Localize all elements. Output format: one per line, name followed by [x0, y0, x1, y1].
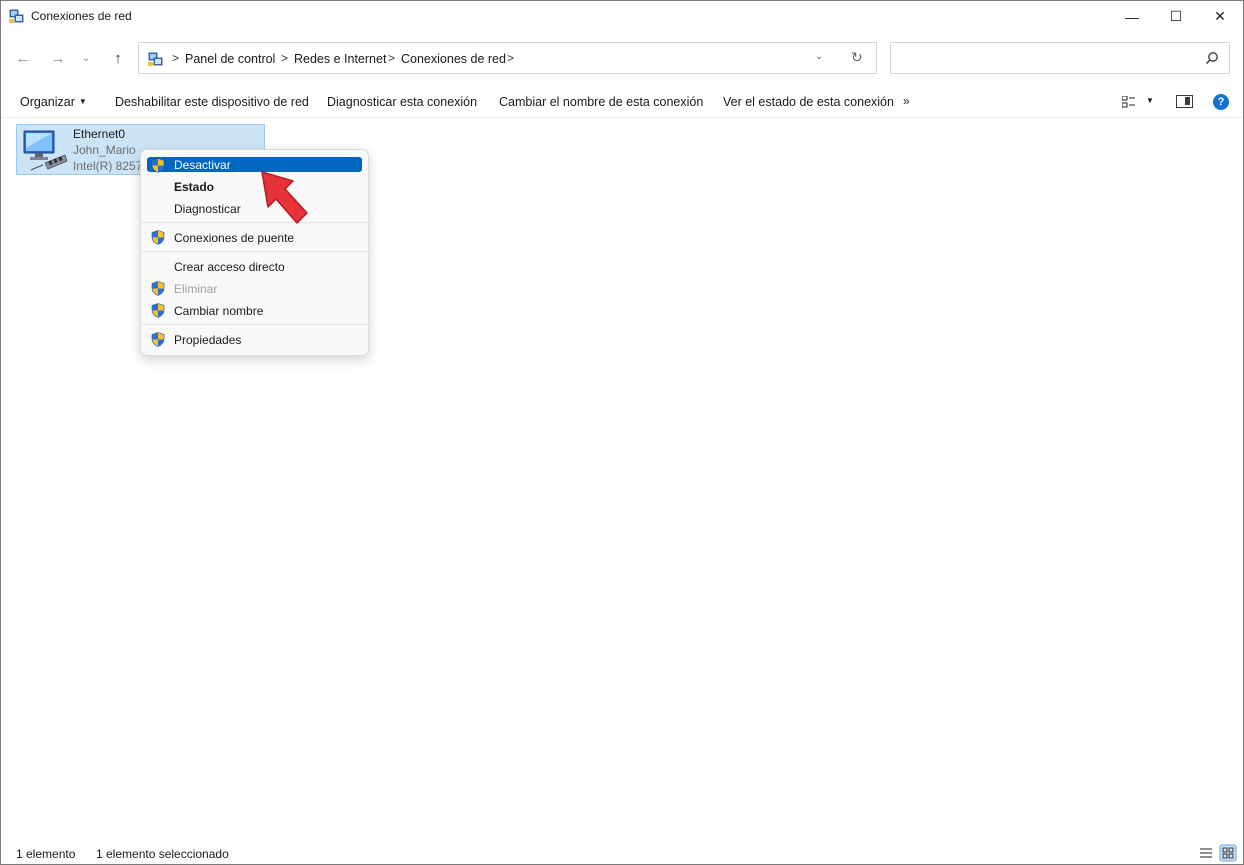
help-icon[interactable]: ? — [1213, 94, 1229, 110]
address-bar[interactable]: > Panel de control > Redes e Internet > … — [138, 42, 877, 74]
menu-item-label: Conexiones de puente — [174, 231, 295, 245]
menu-separator — [142, 222, 369, 223]
view-status-button[interactable]: Ver el estado de esta conexión — [723, 95, 894, 109]
refresh-icon[interactable]: ↻ — [851, 49, 863, 66]
breadcrumb-separator: > — [172, 51, 180, 65]
menu-item-desactivar[interactable]: Desactivar — [147, 157, 362, 173]
annotation-arrow-icon — [261, 171, 308, 224]
disable-device-button[interactable]: Deshabilitar este dispositivo de red — [115, 95, 309, 109]
breadcrumb-network-connections[interactable]: Conexiones de red — [401, 52, 506, 66]
connection-name: Ethernet0 — [73, 127, 126, 141]
uac-shield-icon — [151, 303, 165, 318]
command-bar: Organizar ▼ Deshabilitar este dispositivo… — [1, 87, 1243, 118]
menu-item-cambiar-nombre[interactable]: Cambiar nombre — [147, 302, 362, 319]
menu-item-eliminar: Eliminar — [147, 280, 362, 297]
status-selected-count: 1 elemento seleccionado — [96, 847, 229, 861]
window-title: Conexiones de red — [31, 9, 132, 23]
menu-item-label: Diagnosticar — [174, 202, 241, 216]
chevron-down-icon: ⌄ — [81, 52, 91, 64]
minimize-icon: — — [1125, 8, 1139, 25]
caret-down-icon[interactable]: ▼ — [1146, 96, 1154, 105]
control-panel-icon — [148, 52, 163, 66]
breadcrumb-separator: > — [388, 51, 396, 65]
menu-item-label: Desactivar — [174, 158, 231, 172]
explorer-window: Conexiones de red — ☐ ✕ ← → ⌄ ↑ > Panel … — [0, 0, 1244, 865]
menu-item-label: Estado — [174, 180, 215, 194]
close-button[interactable]: ✕ — [1197, 1, 1243, 32]
context-menu: Desactivar Estado Diagnosticar Conexione… — [140, 149, 369, 356]
diagnose-connection-button[interactable]: Diagnosticar esta conexión — [327, 95, 477, 109]
network-adapter-icon — [23, 130, 68, 171]
organize-label: Organizar — [20, 95, 75, 109]
more-commands-icon[interactable]: » — [903, 94, 910, 108]
status-item-count: 1 elemento — [16, 847, 76, 861]
back-button[interactable]: ← — [10, 45, 36, 71]
menu-item-propiedades[interactable]: Propiedades — [147, 331, 362, 348]
up-button[interactable]: ↑ — [105, 45, 131, 71]
arrow-left-icon: ← — [15, 49, 31, 67]
caret-down-icon: ▼ — [78, 97, 87, 106]
menu-item-label: Cambiar nombre — [174, 304, 264, 318]
network-connections-icon — [9, 9, 24, 23]
close-icon: ✕ — [1214, 8, 1226, 24]
maximize-icon: ☐ — [1169, 8, 1183, 24]
breadcrumb-separator: > — [281, 51, 289, 65]
title-bar: Conexiones de red — ☐ ✕ — [1, 1, 1243, 32]
rename-connection-button[interactable]: Cambiar el nombre de esta conexión — [499, 95, 703, 109]
search-icon — [1206, 52, 1218, 64]
breadcrumb-network-internet[interactable]: Redes e Internet — [294, 52, 386, 66]
view-options-icon[interactable] — [1122, 96, 1136, 108]
details-view-icon[interactable] — [1199, 847, 1213, 859]
connection-network: John_Mario — [73, 143, 136, 157]
minimize-button[interactable]: — — [1109, 1, 1155, 32]
address-history-icon[interactable]: ⌄ — [815, 51, 823, 62]
large-icons-view-icon[interactable] — [1219, 844, 1237, 862]
arrow-up-icon: ↑ — [114, 49, 122, 67]
recent-locations-button[interactable]: ⌄ — [76, 45, 96, 71]
menu-item-label: Eliminar — [174, 282, 218, 296]
maximize-button[interactable]: ☐ — [1153, 1, 1199, 32]
connection-adapter: Intel(R) 8257 — [73, 159, 143, 173]
menu-separator — [142, 251, 369, 252]
uac-shield-icon — [151, 332, 165, 347]
arrow-right-icon: → — [50, 49, 66, 67]
menu-separator — [142, 324, 369, 325]
breadcrumb-separator: > — [507, 51, 515, 65]
menu-item-label: Crear acceso directo — [174, 260, 285, 274]
forward-button[interactable]: → — [45, 45, 71, 71]
uac-shield-icon — [151, 281, 165, 296]
menu-item-conexiones-de-puente[interactable]: Conexiones de puente — [147, 229, 362, 246]
uac-shield-icon — [151, 230, 165, 245]
menu-item-label: Propiedades — [174, 333, 242, 347]
menu-item-diagnosticar[interactable]: Diagnosticar — [147, 200, 362, 217]
preview-pane-icon[interactable] — [1176, 95, 1193, 108]
menu-item-crear-acceso-directo[interactable]: Crear acceso directo — [147, 258, 362, 275]
organize-button[interactable]: Organizar ▼ — [20, 95, 87, 109]
uac-shield-icon — [151, 158, 165, 173]
breadcrumb-control-panel[interactable]: Panel de control — [185, 52, 275, 66]
menu-item-estado[interactable]: Estado — [147, 178, 362, 195]
search-input[interactable] — [890, 42, 1230, 74]
